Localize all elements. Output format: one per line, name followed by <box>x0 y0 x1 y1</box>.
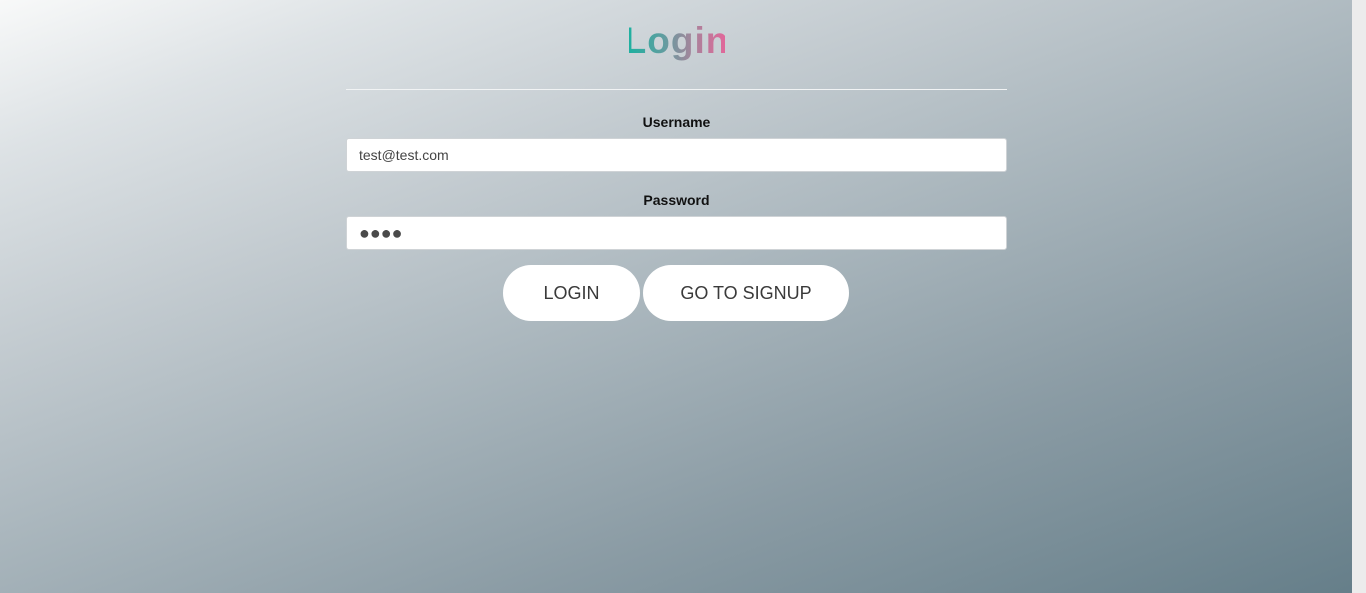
password-input[interactable]: ●●●● <box>346 216 1007 250</box>
go-to-signup-button[interactable]: GO TO SIGNUP <box>643 265 849 321</box>
vertical-scrollbar[interactable] <box>1352 0 1366 593</box>
page: { "form": { "title": "Login", "username_… <box>0 0 1366 593</box>
page-title: Login <box>346 18 1007 64</box>
username-input[interactable]: test@test.com <box>346 138 1007 172</box>
password-value: ●●●● <box>359 223 403 243</box>
title-divider <box>346 89 1007 90</box>
username-label: Username <box>642 114 711 130</box>
password-label: Password <box>643 192 710 208</box>
username-value: test@test.com <box>359 147 449 163</box>
login-button[interactable]: LOGIN <box>503 265 640 321</box>
